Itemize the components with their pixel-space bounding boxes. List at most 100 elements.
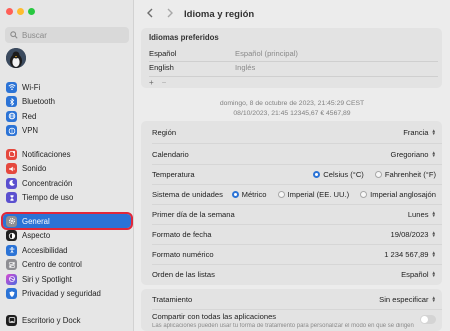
notifications-icon xyxy=(6,148,17,160)
radio-label: Fahrenheit (°F) xyxy=(384,169,436,179)
main-pane: Idioma y región Idiomas preferidos Españ… xyxy=(134,0,450,331)
sidebar-item-label: Siri y Spotlight xyxy=(22,274,72,284)
sidebar-nav-group-network: Wi-Fi Bluetooth Red VPN xyxy=(3,80,131,138)
region-select[interactable]: Francia ▲ ▼ xyxy=(403,128,436,137)
sidebar-item-bluetooth[interactable]: Bluetooth xyxy=(3,95,131,109)
sidebar-item-sound[interactable]: Sonido xyxy=(3,162,131,176)
radio-label: Celsius (°C) xyxy=(323,169,364,179)
sidebar-item-desktop-dock[interactable]: Escritorio y Dock xyxy=(3,313,131,327)
screen-time-icon xyxy=(6,192,17,204)
units-metric-radio[interactable]: Métrico xyxy=(231,189,267,199)
back-button[interactable] xyxy=(146,7,154,21)
sidebar-item-label: VPN xyxy=(22,126,39,136)
sidebar-item-notifications[interactable]: Notificaciones xyxy=(3,147,131,161)
temperature-label: Temperatura xyxy=(152,169,195,179)
sidebar: Buscar Wi-Fi Bluetooth Red VPN Notificac… xyxy=(0,0,134,331)
wifi-icon xyxy=(6,81,17,93)
first-day-select[interactable]: Lunes ▲ ▼ xyxy=(408,210,436,219)
language-name: Español xyxy=(149,48,177,58)
sidebar-item-general[interactable]: General xyxy=(1,212,133,230)
sidebar-item-label: Privacidad y seguridad xyxy=(22,289,101,299)
search-placeholder: Buscar xyxy=(22,30,47,40)
list-order-label: Orden de las listas xyxy=(152,269,215,279)
network-icon xyxy=(6,110,17,122)
penguin-avatar-icon xyxy=(6,48,26,68)
units-imperial-uk-radio[interactable]: Imperial anglosajón xyxy=(360,190,436,199)
sidebar-nav-group-alerts: Notificaciones Sonido Concentración Tiem… xyxy=(3,147,131,205)
radio-selected-icon xyxy=(313,170,321,178)
forward-button[interactable] xyxy=(166,7,174,21)
treatment-select[interactable]: Sin especificar ▲ ▼ xyxy=(379,295,436,304)
sound-icon xyxy=(6,163,17,175)
zoom-window-button[interactable] xyxy=(28,8,35,15)
sample-date-line: domingo, 8 de octubre de 2023, 21:45:29 … xyxy=(219,100,365,107)
sidebar-item-label: Tiempo de uso xyxy=(22,193,74,203)
calendar-select[interactable]: Gregoriano ▲ ▼ xyxy=(391,150,436,159)
temperature-fahrenheit-radio[interactable]: Fahrenheit (°F) xyxy=(374,169,436,179)
sidebar-item-vpn[interactable]: VPN xyxy=(3,124,131,138)
privacy-icon xyxy=(6,288,17,300)
radio-unselected-icon xyxy=(374,170,382,178)
number-format-select[interactable]: 1 234 567,89 ▲ ▼ xyxy=(384,250,436,259)
sidebar-item-label: Red xyxy=(22,111,37,121)
sidebar-item-appearance[interactable]: Aspecto xyxy=(3,229,131,243)
sample-format-line: 08/10/2023, 21:45 12345,67 € 4567,89 xyxy=(233,110,351,117)
sidebar-item-accessibility[interactable]: Accesibilidad xyxy=(3,243,131,257)
number-format-label: Formato numérico xyxy=(152,249,214,259)
sidebar-item-screen-time[interactable]: Tiempo de uso xyxy=(3,191,131,205)
first-day-row: Primer día de la semana Lunes ▲ ▼ xyxy=(141,204,442,224)
date-format-row: Formato de fecha 19/08/2023 ▲ ▼ xyxy=(141,224,442,244)
language-row-english[interactable]: English Inglés xyxy=(149,59,438,75)
sidebar-item-label: Bluetooth xyxy=(22,97,55,107)
sidebar-item-label: Accesibilidad xyxy=(22,245,68,255)
close-window-button[interactable] xyxy=(6,8,13,15)
first-day-value: Lunes xyxy=(407,209,429,219)
share-description: Las aplicaciones pueden usar tu forma de… xyxy=(152,323,414,329)
calendar-value: Gregoriano xyxy=(390,149,429,159)
siri-icon xyxy=(6,273,17,285)
radio-label: Imperial anglosajón xyxy=(370,189,436,199)
up-down-chevron-icon: ▲ ▼ xyxy=(431,229,436,238)
window-controls xyxy=(6,8,35,15)
sidebar-item-label: Escritorio y Dock xyxy=(22,315,81,325)
chevron-left-icon xyxy=(147,8,153,18)
sidebar-item-focus[interactable]: Concentración xyxy=(3,176,131,190)
date-format-select[interactable]: 19/08/2023 ▲ ▼ xyxy=(391,230,436,239)
sidebar-item-wifi[interactable]: Wi-Fi xyxy=(3,80,131,94)
language-name: English xyxy=(149,62,174,72)
radio-label: Métrico xyxy=(241,189,267,199)
treatment-value: Sin especificar xyxy=(379,294,429,304)
accessibility-icon xyxy=(6,244,17,256)
gear-icon xyxy=(6,215,17,227)
region-value: Francia xyxy=(403,127,429,137)
sidebar-item-label: Wi-Fi xyxy=(22,82,41,92)
avatar[interactable] xyxy=(6,48,26,68)
sidebar-item-network[interactable]: Red xyxy=(3,109,131,123)
sidebar-item-siri-spotlight[interactable]: Siri y Spotlight xyxy=(3,272,131,286)
minimize-window-button[interactable] xyxy=(17,8,24,15)
radio-unselected-icon xyxy=(277,190,285,198)
temperature-celsius-radio[interactable]: Celsius (°C) xyxy=(313,170,364,179)
sidebar-item-privacy-security[interactable]: Privacidad y seguridad xyxy=(3,287,131,301)
preferred-languages-title: Idiomas preferidos xyxy=(149,33,219,42)
region-row: Región Francia ▲ ▼ xyxy=(141,122,442,142)
language-note: Español (principal) xyxy=(235,48,298,58)
list-order-value: Español xyxy=(401,269,429,279)
date-format-value: 19/08/2023 xyxy=(390,229,429,239)
divider xyxy=(149,76,438,77)
units-label: Sistema de unidades xyxy=(152,189,223,199)
units-imperial-us-radio[interactable]: Imperial (EE. UU.) xyxy=(277,190,349,199)
search-input[interactable]: Buscar xyxy=(5,27,129,43)
share-toggle[interactable] xyxy=(420,315,436,324)
desktop-dock-icon xyxy=(6,314,17,326)
sidebar-item-control-center[interactable]: Centro de control xyxy=(3,258,131,272)
bluetooth-icon xyxy=(6,96,17,108)
vpn-icon xyxy=(6,125,17,137)
sidebar-item-label: General xyxy=(22,216,50,226)
sidebar-nav-group-desktop: Escritorio y Dock xyxy=(3,313,131,328)
list-order-select[interactable]: Español ▲ ▼ xyxy=(401,270,436,279)
calendar-row: Calendario Gregoriano ▲ ▼ xyxy=(141,144,442,164)
radio-selected-icon xyxy=(231,190,239,198)
first-day-label: Primer día de la semana xyxy=(152,209,235,219)
remove-language-button[interactable]: − xyxy=(162,78,167,87)
